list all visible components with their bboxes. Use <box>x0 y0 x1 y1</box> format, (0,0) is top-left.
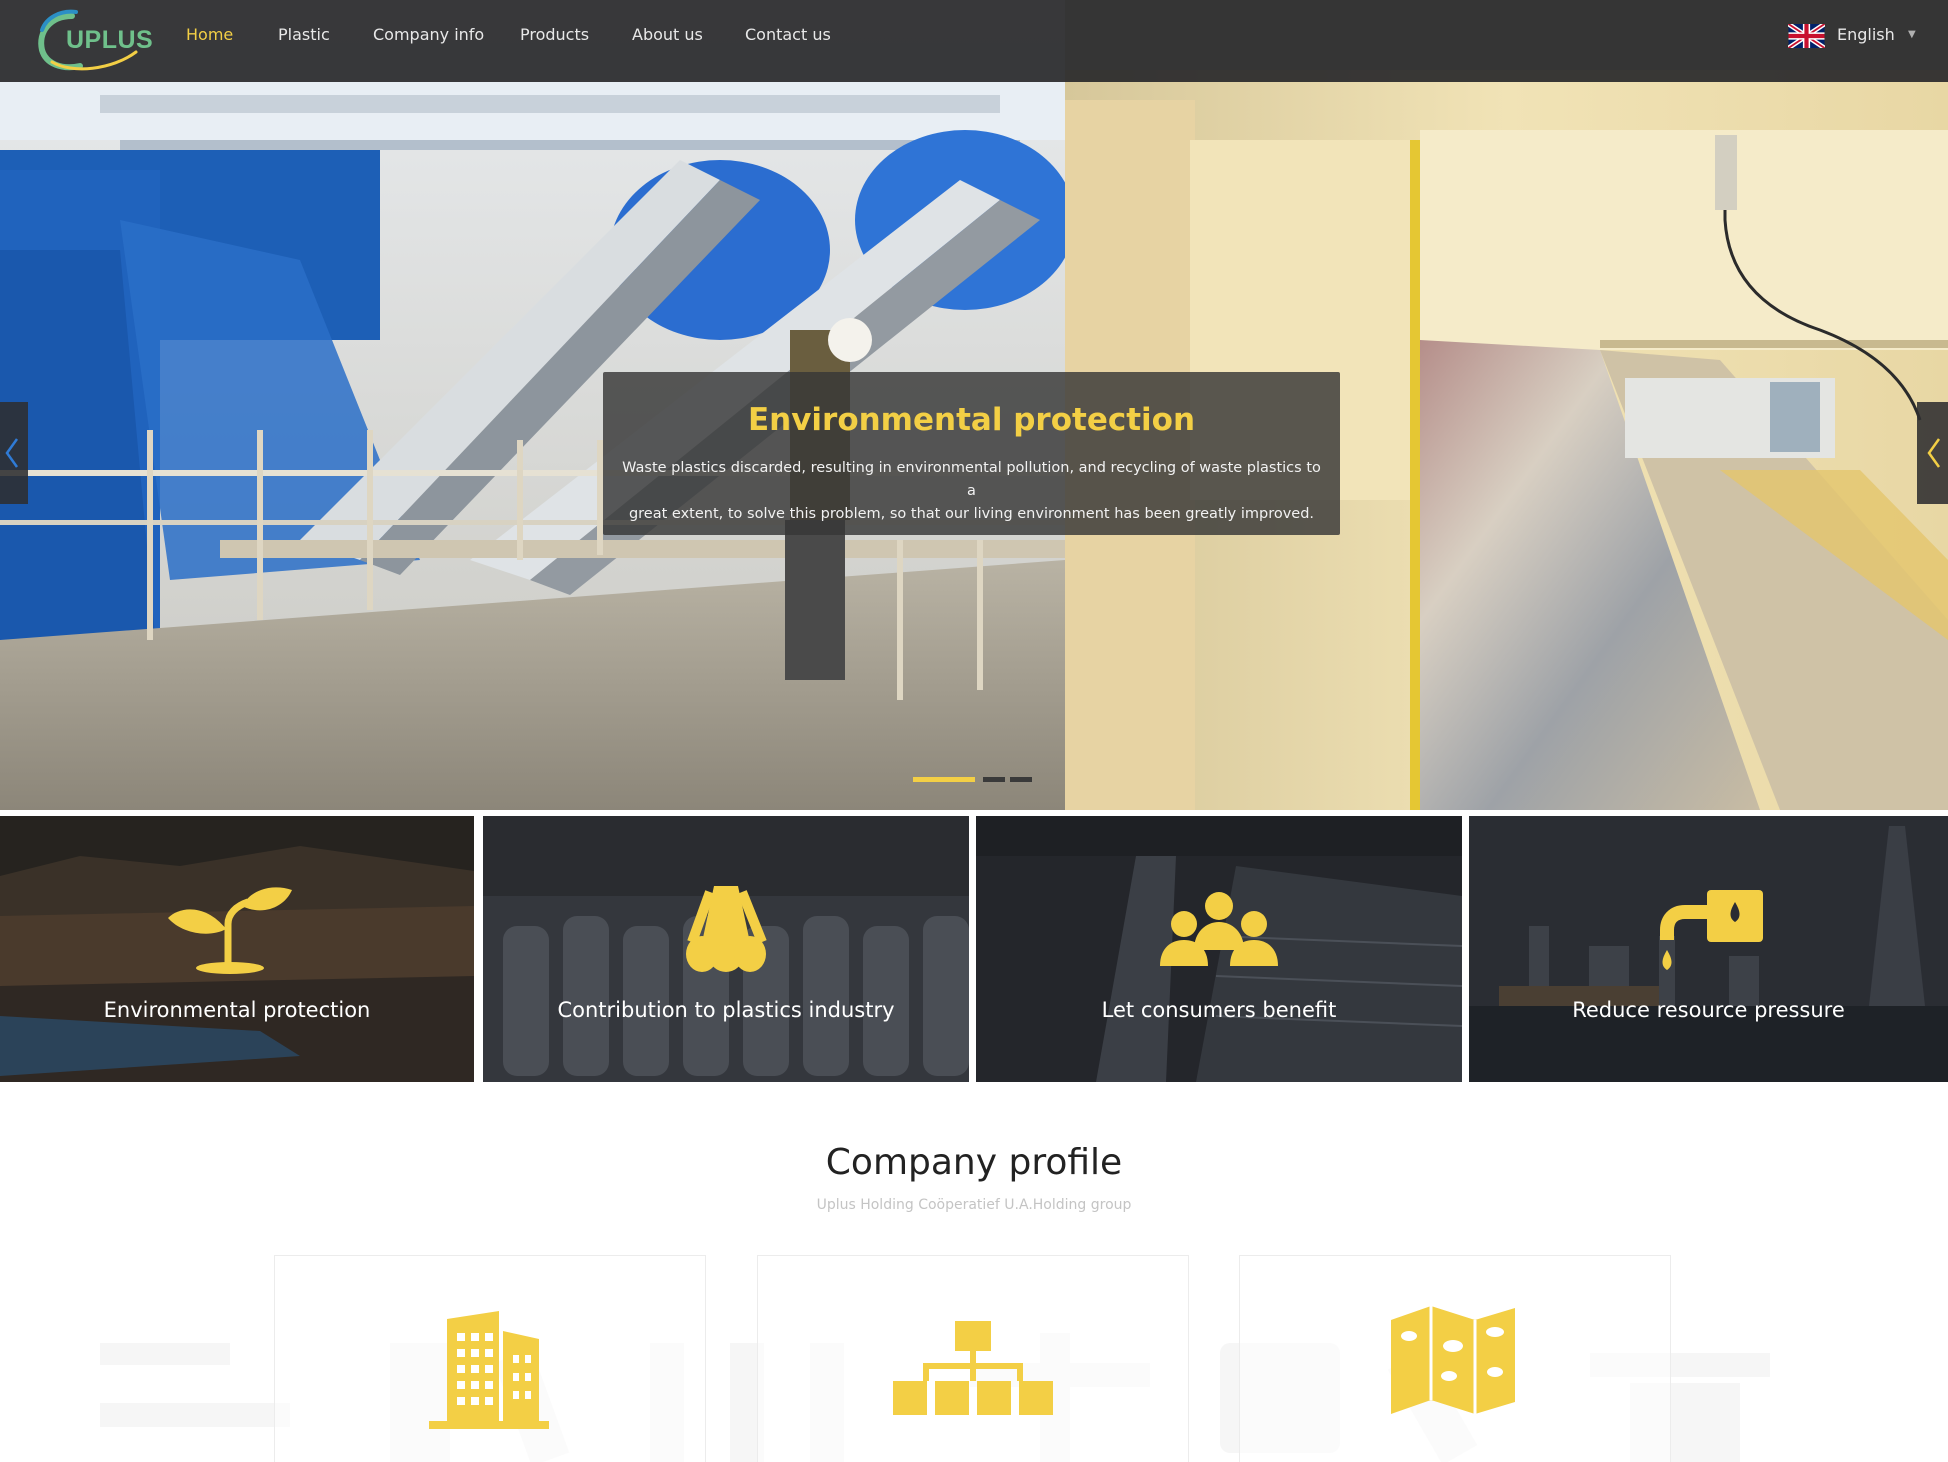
feature-tiles: Environmental protection Contribution to… <box>0 810 1948 1085</box>
slider-next-button[interactable] <box>1917 402 1948 504</box>
org-chart-icon <box>893 1321 1053 1415</box>
hero-description-line-2: great extent, to solve this problem, so … <box>628 506 1315 522</box>
slider-dot-3[interactable] <box>1010 777 1032 782</box>
slider-prev-button[interactable] <box>0 402 28 504</box>
section-title: Company profile <box>825 1142 1123 1183</box>
feature-tile-resource[interactable]: Reduce resource pressure <box>1469 816 1948 1082</box>
people-group-icon <box>1160 892 1278 966</box>
sprout-icon <box>168 887 292 974</box>
map-icon <box>1391 1306 1515 1414</box>
nav-item-company-info[interactable]: Company info <box>373 25 484 44</box>
profile-card-map[interactable] <box>1239 1255 1671 1462</box>
hero-description: Waste plastics discarded, resulting in e… <box>617 457 1326 526</box>
company-profile-section: Company profile Uplus Holding Coöperatie… <box>0 1085 1948 1462</box>
nav-item-home[interactable]: Home <box>186 25 233 44</box>
pipes-icon <box>686 886 767 972</box>
nav-item-contact-us[interactable]: Contact us <box>745 25 831 44</box>
slider-dot-1[interactable] <box>913 777 975 782</box>
uplus-logo[interactable]: UPLUS <box>32 4 153 76</box>
feature-tile-consumers[interactable]: Let consumers benefit <box>976 816 1462 1082</box>
logo-text: UPLUS <box>66 26 154 54</box>
nav-item-about-us[interactable]: About us <box>632 25 703 44</box>
feature-tile-plastics-industry[interactable]: Contribution to plastics industry <box>483 816 969 1082</box>
feature-tile-environmental[interactable]: Environmental protection <box>0 816 474 1082</box>
oil-nozzle-icon <box>1660 890 1763 970</box>
hero-slider: UPLUS Home Plastic Company info Products… <box>0 0 1948 810</box>
hero-description-line-1: Waste plastics discarded, resulting in e… <box>622 460 1321 499</box>
chevron-left-icon <box>5 438 19 468</box>
feature-label: Contribution to plastics industry <box>557 998 895 1022</box>
hero-title: Environmental protection <box>747 402 1196 438</box>
slider-dot-2[interactable] <box>983 777 1005 782</box>
caret-down-icon: ▼ <box>1908 29 1916 40</box>
feature-label: Reduce resource pressure <box>1572 998 1845 1022</box>
top-navigation-bar: UPLUS Home Plastic Company info Products… <box>0 0 1948 82</box>
hero-caption-box: Environmental protection Waste plastics … <box>603 372 1340 535</box>
feature-label: Let consumers benefit <box>1101 998 1337 1022</box>
profile-card-organization[interactable] <box>757 1255 1189 1462</box>
feature-label: Environmental protection <box>103 998 371 1022</box>
language-label: English <box>1837 25 1895 44</box>
uk-flag-icon <box>1788 24 1825 48</box>
section-subtitle: Uplus Holding Coöperatief U.A.Holding gr… <box>816 1197 1132 1213</box>
building-icon <box>429 1311 549 1429</box>
chevron-left-icon <box>1927 438 1941 468</box>
nav-item-plastic[interactable]: Plastic <box>278 25 330 44</box>
profile-card-building[interactable] <box>274 1255 706 1462</box>
nav-item-products[interactable]: Products <box>520 25 589 44</box>
